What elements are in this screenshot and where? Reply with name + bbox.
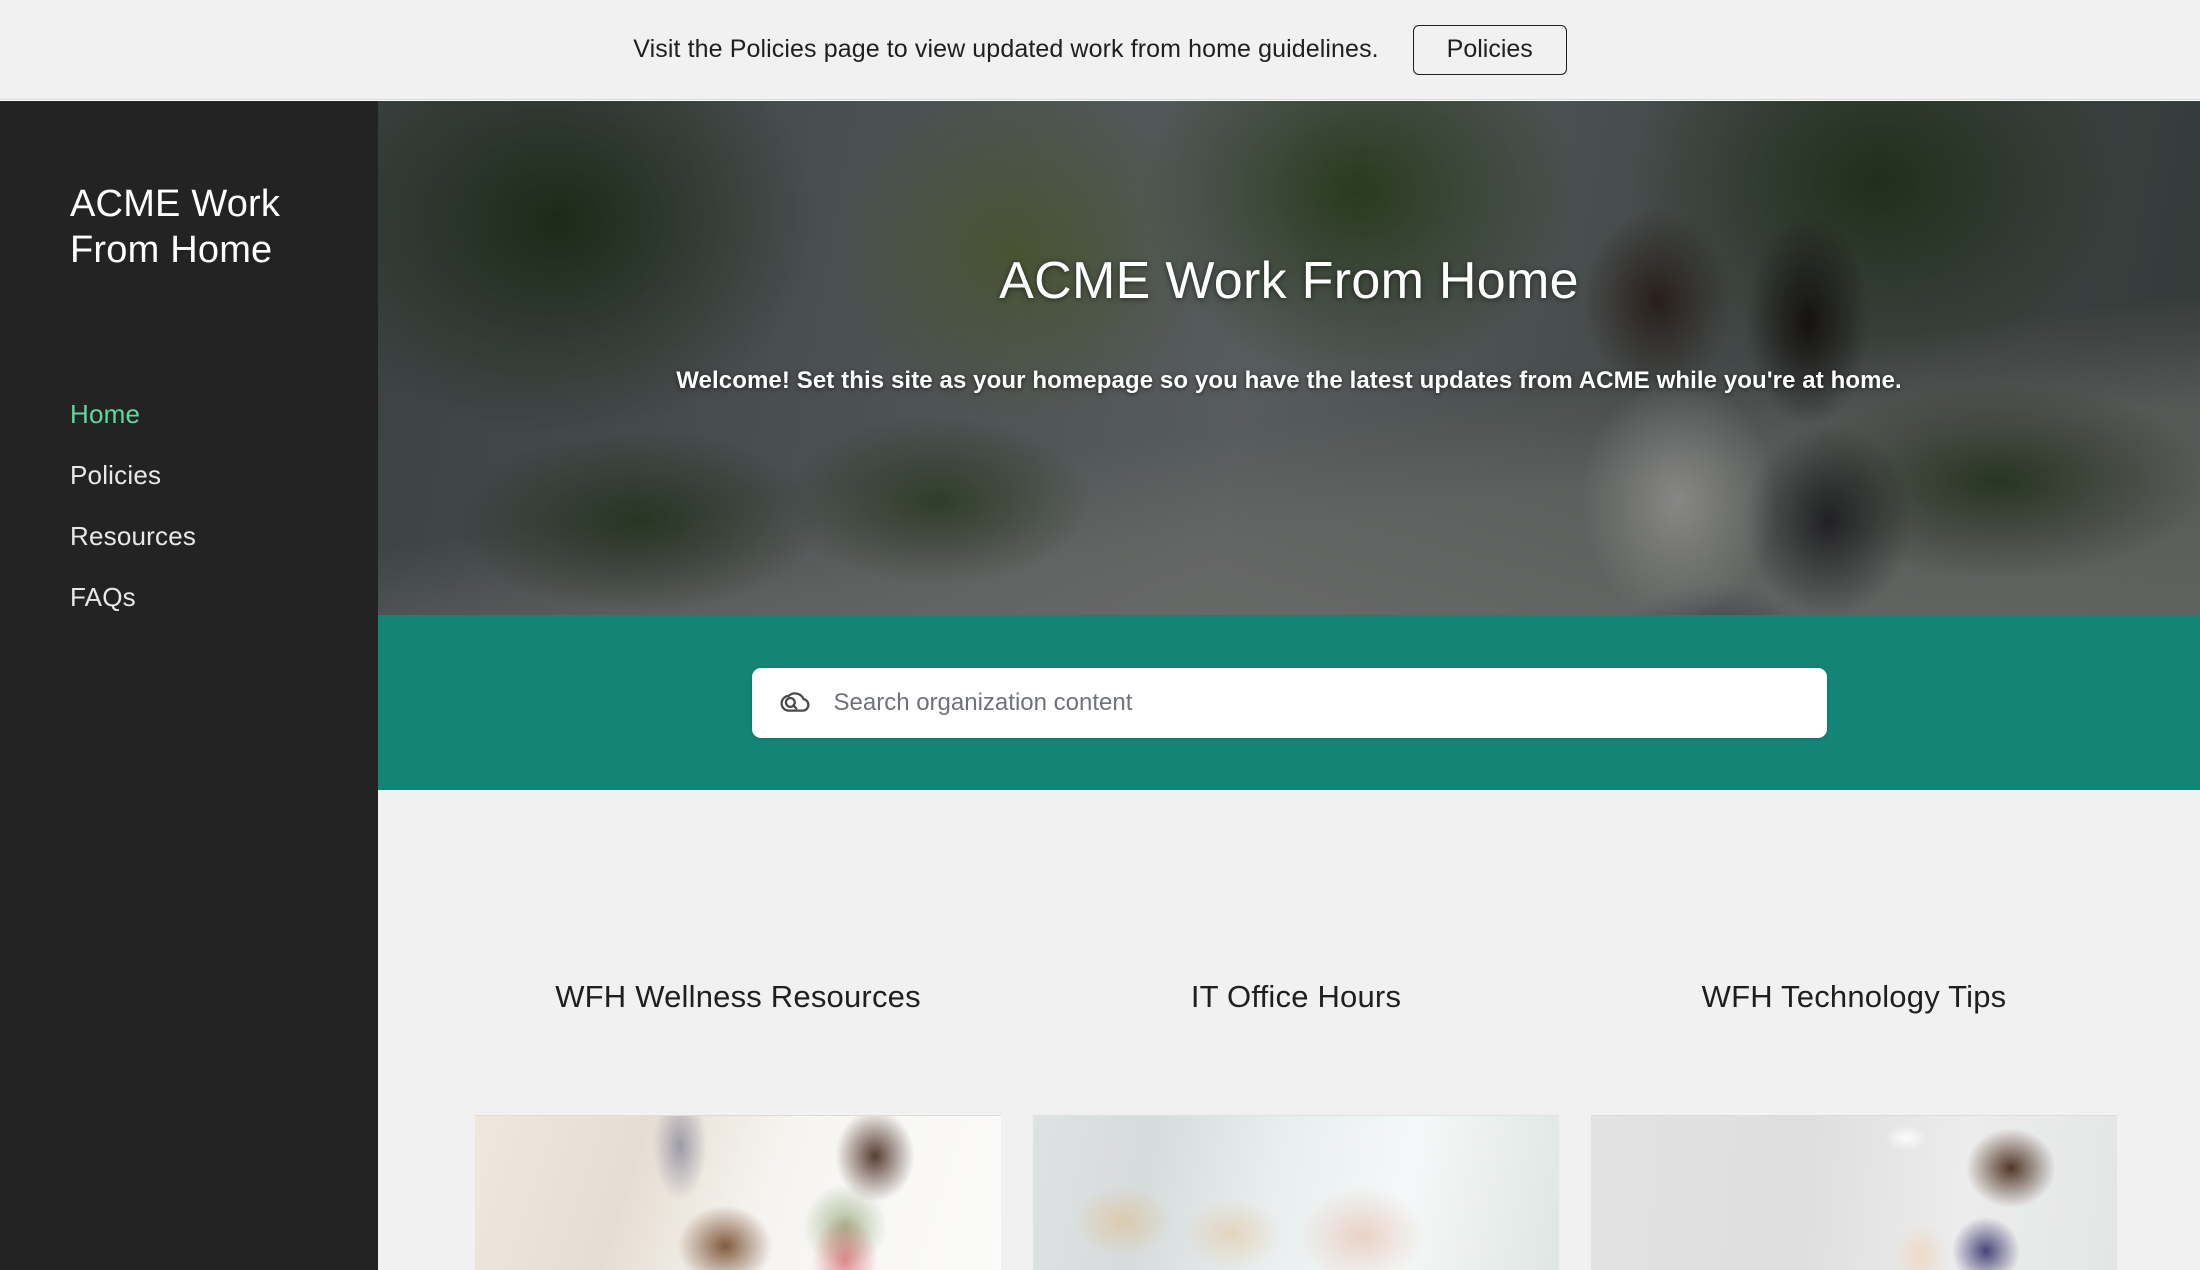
policies-button[interactable]: Policies xyxy=(1412,24,1567,75)
hero-subtitle: Welcome! Set this site as your homepage … xyxy=(676,367,1902,394)
sidebar: ACME Work From Home Home Policies Resour… xyxy=(0,101,378,1270)
announcement-text: Visit the Policies page to view updated … xyxy=(633,35,1379,63)
card-thumbnail-technology xyxy=(1591,1115,2117,1270)
search-box[interactable] xyxy=(751,667,1827,738)
card-grid: WFH Wellness Resources IT Office Hours W… xyxy=(378,978,2200,1270)
search-input[interactable] xyxy=(833,688,1801,717)
site-title: ACME Work From Home xyxy=(70,183,281,272)
sidebar-item-faqs[interactable]: FAQs xyxy=(0,567,378,628)
sidebar-navigation: Home Policies Resources FAQs xyxy=(0,384,378,629)
card-wfh-wellness-resources[interactable]: WFH Wellness Resources xyxy=(475,978,1001,1270)
search-band xyxy=(378,615,2200,790)
cloud-search-icon xyxy=(780,691,809,712)
card-it-office-hours[interactable]: IT Office Hours xyxy=(1033,978,1559,1270)
card-thumbnail-it-office xyxy=(1033,1115,1559,1270)
card-wfh-technology-tips[interactable]: WFH Technology Tips xyxy=(1591,978,2117,1270)
card-title: WFH Technology Tips xyxy=(1701,979,2007,1014)
sidebar-item-resources[interactable]: Resources xyxy=(0,506,378,567)
hero-section: ACME Work From Home Welcome! Set this si… xyxy=(378,101,2200,615)
sidebar-item-home[interactable]: Home xyxy=(0,384,378,445)
main-content: ACME Work From Home Welcome! Set this si… xyxy=(378,101,2200,1270)
card-thumbnail-wellness xyxy=(475,1115,1001,1270)
sidebar-item-policies[interactable]: Policies xyxy=(0,445,378,506)
card-title: WFH Wellness Resources xyxy=(555,979,921,1014)
announcement-banner: Visit the Policies page to view updated … xyxy=(0,0,2200,100)
hero-title: ACME Work From Home xyxy=(999,252,1579,310)
card-title: IT Office Hours xyxy=(1190,979,1402,1014)
